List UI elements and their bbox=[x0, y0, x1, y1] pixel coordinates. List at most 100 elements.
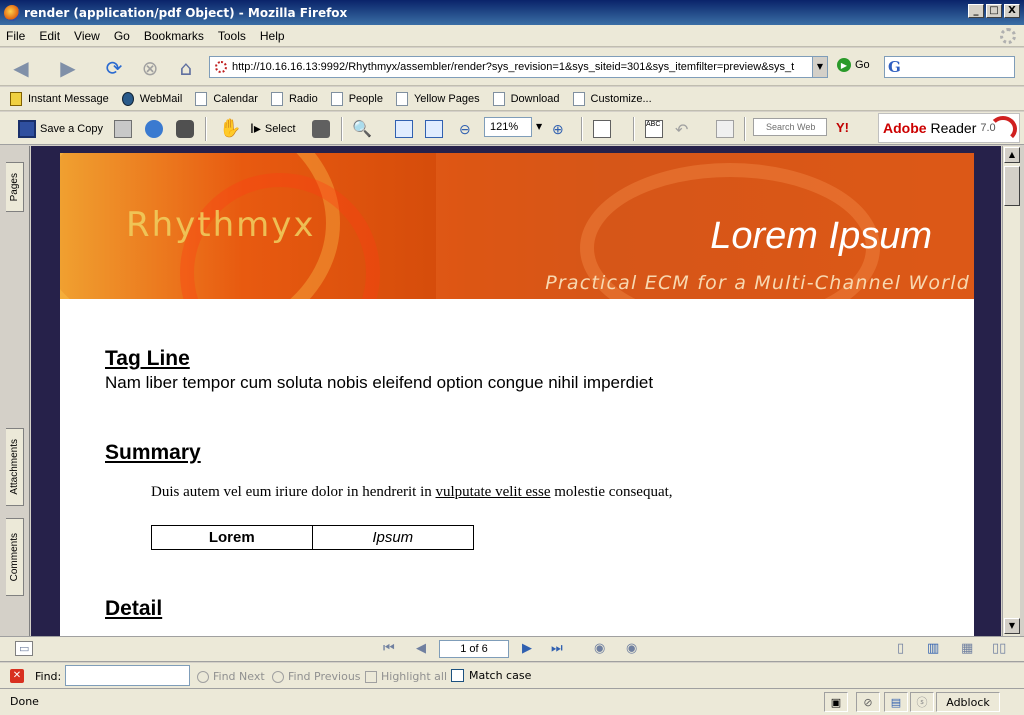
facing-pages-icon[interactable]: ▯▯ bbox=[992, 641, 1006, 656]
title-bar: render (application/pdf Object) - Mozill… bbox=[0, 0, 1024, 25]
adblock-button[interactable]: Adblock bbox=[936, 692, 1000, 712]
minimize-button[interactable]: _ bbox=[968, 4, 984, 18]
continuous-facing-icon[interactable]: ▦ bbox=[961, 641, 973, 656]
banner-tagline: Practical ECM for a Multi-Channel World bbox=[545, 272, 970, 294]
find-previous-label: Find Previous bbox=[288, 670, 361, 683]
close-find-icon[interactable]: ✕ bbox=[10, 669, 24, 683]
summary-link[interactable]: vulputate velit esse bbox=[436, 484, 551, 500]
tab-comments[interactable]: Comments bbox=[6, 518, 24, 596]
fit-height-icon[interactable] bbox=[395, 120, 413, 138]
rotate-pages-icon[interactable] bbox=[593, 120, 611, 138]
find-next-button[interactable]: Find Next bbox=[197, 670, 265, 683]
summary-text-part: Duis autem vel eum iriure dolor in hendr… bbox=[151, 484, 436, 500]
go-button[interactable]: ▶ Go bbox=[837, 58, 870, 72]
search-web-input[interactable]: Search Web bbox=[753, 118, 827, 136]
separator bbox=[341, 117, 343, 141]
bookmark-instant-message[interactable]: Instant Message bbox=[10, 91, 109, 106]
bookmark-label: Customize... bbox=[590, 92, 652, 105]
find-input[interactable] bbox=[65, 665, 190, 686]
next-page-icon[interactable]: ▶ bbox=[522, 641, 532, 656]
forward-icon[interactable]: ▶ bbox=[55, 55, 81, 81]
zoom-in-icon[interactable]: 🔍 bbox=[352, 119, 372, 138]
document-properties-icon[interactable] bbox=[716, 120, 734, 138]
menu-file[interactable]: File bbox=[6, 29, 25, 43]
first-page-icon[interactable]: ⏮ bbox=[383, 641, 395, 656]
zoom-out-icon[interactable]: ⊖ bbox=[459, 121, 477, 139]
binoculars-icon[interactable] bbox=[176, 120, 194, 138]
menu-view[interactable]: View bbox=[74, 29, 100, 43]
previous-view-icon[interactable]: ◉ bbox=[594, 641, 605, 656]
single-page-icon[interactable]: ▯ bbox=[897, 641, 904, 656]
hand-tool-icon[interactable]: ✋ bbox=[219, 118, 241, 138]
tab-attachments-label: Attachments bbox=[9, 439, 20, 495]
bookmark-radio[interactable]: Radio bbox=[270, 91, 318, 106]
bookmark-customize[interactable]: Customize... bbox=[572, 91, 652, 106]
bookmark-label: Radio bbox=[288, 92, 318, 105]
zoom-level-field[interactable]: 121% bbox=[484, 117, 532, 137]
bookmark-label: Yellow Pages bbox=[413, 92, 480, 105]
summary-text-part: molestie consequat, bbox=[550, 484, 673, 500]
highlight-icon bbox=[365, 670, 377, 683]
page-number-field[interactable]: 1 of 6 bbox=[439, 640, 509, 658]
google-search-box[interactable]: G bbox=[884, 56, 1015, 78]
find-previous-button[interactable]: Find Previous bbox=[272, 670, 361, 683]
pages-status-icon[interactable]: ▤ bbox=[884, 692, 908, 712]
menu-tools[interactable]: Tools bbox=[218, 29, 246, 43]
checkbox[interactable] bbox=[451, 669, 464, 682]
navigation-panel: Pages Attachments Comments bbox=[0, 146, 30, 636]
zoom-dropdown-icon[interactable]: ▼ bbox=[536, 122, 542, 131]
fit-width-icon[interactable] bbox=[425, 120, 443, 138]
separator bbox=[581, 117, 583, 141]
email-icon[interactable] bbox=[145, 120, 163, 138]
select-tool-button[interactable]: I▸ Select bbox=[250, 120, 296, 137]
page-icon bbox=[492, 91, 505, 106]
popup-icon[interactable]: ▣ bbox=[824, 692, 848, 712]
pdf-document-area[interactable]: Rhythmyx Lorem Ipsum Practical ECM for a… bbox=[31, 146, 1001, 636]
home-icon[interactable]: ⌂ bbox=[173, 55, 199, 81]
flash-icon[interactable]: ⓢ bbox=[910, 692, 934, 712]
menu-go[interactable]: Go bbox=[114, 29, 130, 43]
highlight-all-button[interactable]: Highlight all bbox=[365, 670, 447, 683]
previous-page-icon[interactable]: ◀ bbox=[416, 641, 426, 656]
url-text: http://10.16.16.13:9992/Rhythmyx/assembl… bbox=[232, 61, 795, 73]
bookmark-download[interactable]: Download bbox=[492, 91, 560, 106]
bookmark-people[interactable]: People bbox=[330, 91, 383, 106]
zoom-in-plus-icon[interactable]: ⊕ bbox=[552, 121, 570, 139]
scroll-up-icon[interactable]: ▲ bbox=[1004, 147, 1020, 163]
bookmark-calendar[interactable]: Calendar bbox=[195, 91, 258, 106]
snapshot-icon[interactable] bbox=[312, 120, 330, 138]
page-icon bbox=[330, 91, 343, 106]
menu-bookmarks[interactable]: Bookmarks bbox=[144, 29, 204, 43]
panel-toggle-icon[interactable]: ▭ bbox=[15, 641, 34, 656]
tab-pages[interactable]: Pages bbox=[6, 162, 24, 212]
menu-help[interactable]: Help bbox=[260, 29, 285, 43]
match-case-checkbox[interactable]: Match case bbox=[451, 669, 531, 682]
last-page-icon[interactable]: ⏭ bbox=[551, 641, 563, 656]
match-case-label: Match case bbox=[469, 669, 532, 682]
next-view-icon[interactable]: ◉ bbox=[626, 641, 637, 656]
continuous-page-icon[interactable]: ▥ bbox=[927, 641, 939, 656]
save-copy-button[interactable]: Save a Copy bbox=[18, 120, 103, 138]
reload-icon[interactable]: ⟳ bbox=[101, 55, 127, 81]
go-arrow-icon: ▶ bbox=[837, 58, 851, 72]
stop-icon[interactable]: ⊗ bbox=[137, 55, 163, 81]
status-text: Done bbox=[10, 695, 39, 708]
back-icon[interactable]: ◀ bbox=[8, 55, 34, 81]
close-window-button[interactable]: X bbox=[1004, 4, 1020, 18]
tab-attachments[interactable]: Attachments bbox=[6, 428, 24, 506]
tab-pages-label: Pages bbox=[9, 172, 20, 202]
spellcheck-icon[interactable]: ABC bbox=[645, 120, 663, 138]
bookmark-webmail[interactable]: WebMail bbox=[121, 91, 182, 106]
vertical-scrollbar[interactable]: ▲ ▼ bbox=[1002, 146, 1020, 636]
undo-icon[interactable]: ↶ bbox=[675, 120, 693, 139]
bookmark-yellow-pages[interactable]: Yellow Pages bbox=[395, 91, 480, 106]
url-bar[interactable]: http://10.16.16.13:9992/Rhythmyx/assembl… bbox=[209, 56, 828, 78]
print-icon[interactable] bbox=[114, 120, 132, 138]
url-dropdown-icon[interactable]: ▼ bbox=[812, 57, 827, 77]
scrollbar-thumb[interactable] bbox=[1004, 166, 1020, 206]
security-icon[interactable]: ⊘ bbox=[856, 692, 880, 712]
scroll-down-icon[interactable]: ▼ bbox=[1004, 618, 1020, 634]
yahoo-icon[interactable]: Y! bbox=[836, 120, 849, 135]
menu-edit[interactable]: Edit bbox=[39, 29, 60, 43]
maximize-button[interactable]: □ bbox=[986, 4, 1002, 18]
